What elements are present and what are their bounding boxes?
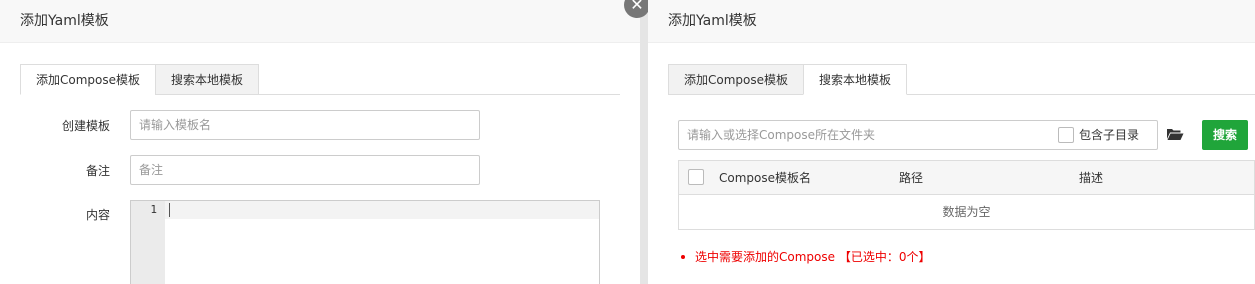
search-button[interactable]: 搜索	[1202, 120, 1248, 150]
tab-search-local[interactable]: 搜索本地模板	[803, 64, 908, 95]
column-header-path: 路径	[899, 171, 924, 185]
table-header: Compose模板名 路径 描述	[679, 161, 1254, 195]
empty-state: 数据为空	[942, 205, 991, 219]
remark-label: 备注	[85, 163, 110, 178]
bullet-icon	[681, 254, 685, 259]
remark-row: 备注 备注	[40, 155, 480, 185]
yaml-editor[interactable]: 1	[130, 200, 600, 284]
dialog-title: 添加Yaml模板	[0, 0, 640, 43]
search-placeholder: 请输入或选择Compose所在文件夹	[687, 128, 876, 142]
remark-input[interactable]: 备注	[130, 155, 480, 185]
tab-search-local[interactable]: 搜索本地模板	[155, 64, 260, 95]
column-header-desc: 描述	[1079, 171, 1104, 185]
editor-active-line	[165, 201, 599, 219]
tab-bar: 添加Compose模板 搜索本地模板	[668, 64, 1255, 95]
left-dialog: 添加Yaml模板 添加Compose模板 搜索本地模板 创建模板 请输入模板名 …	[0, 0, 640, 284]
content-row: 内容	[40, 200, 130, 230]
tab-bar: 添加Compose模板 搜索本地模板	[20, 64, 620, 95]
dialog-title: 添加Yaml模板	[648, 0, 1255, 43]
folder-open-icon[interactable]	[1166, 127, 1184, 141]
template-name-input[interactable]: 请输入模板名	[130, 110, 480, 140]
select-all-checkbox[interactable]	[688, 169, 704, 185]
selection-note: 选中需要添加的Compose 【已选中：0个】	[681, 248, 930, 265]
include-subdir-checkbox[interactable]	[1058, 127, 1074, 143]
right-dialog: 添加Yaml模板 添加Compose模板 搜索本地模板 请输入或选择Compos…	[648, 0, 1255, 284]
folder-search-input[interactable]: 请输入或选择Compose所在文件夹 包含子目录	[678, 120, 1158, 150]
tab-add-compose[interactable]: 添加Compose模板	[668, 64, 805, 95]
template-name-row: 创建模板 请输入模板名	[40, 110, 480, 140]
screen: 添加Yaml模板 添加Compose模板 搜索本地模板 创建模板 请输入模板名 …	[0, 0, 1255, 284]
editor-gutter: 1	[131, 201, 165, 284]
column-header-name: Compose模板名	[719, 171, 812, 185]
tab-add-compose[interactable]: 添加Compose模板	[20, 64, 157, 95]
template-name-label: 创建模板	[61, 118, 110, 133]
content-label: 内容	[85, 208, 110, 222]
editor-cursor	[169, 203, 170, 217]
compose-table: Compose模板名 路径 描述 数据为空	[678, 160, 1255, 230]
line-number: 1	[150, 203, 157, 216]
selection-note-text: 选中需要添加的Compose 【已选中：0个】	[695, 250, 931, 264]
include-subdir-label: 包含子目录	[1079, 128, 1140, 142]
